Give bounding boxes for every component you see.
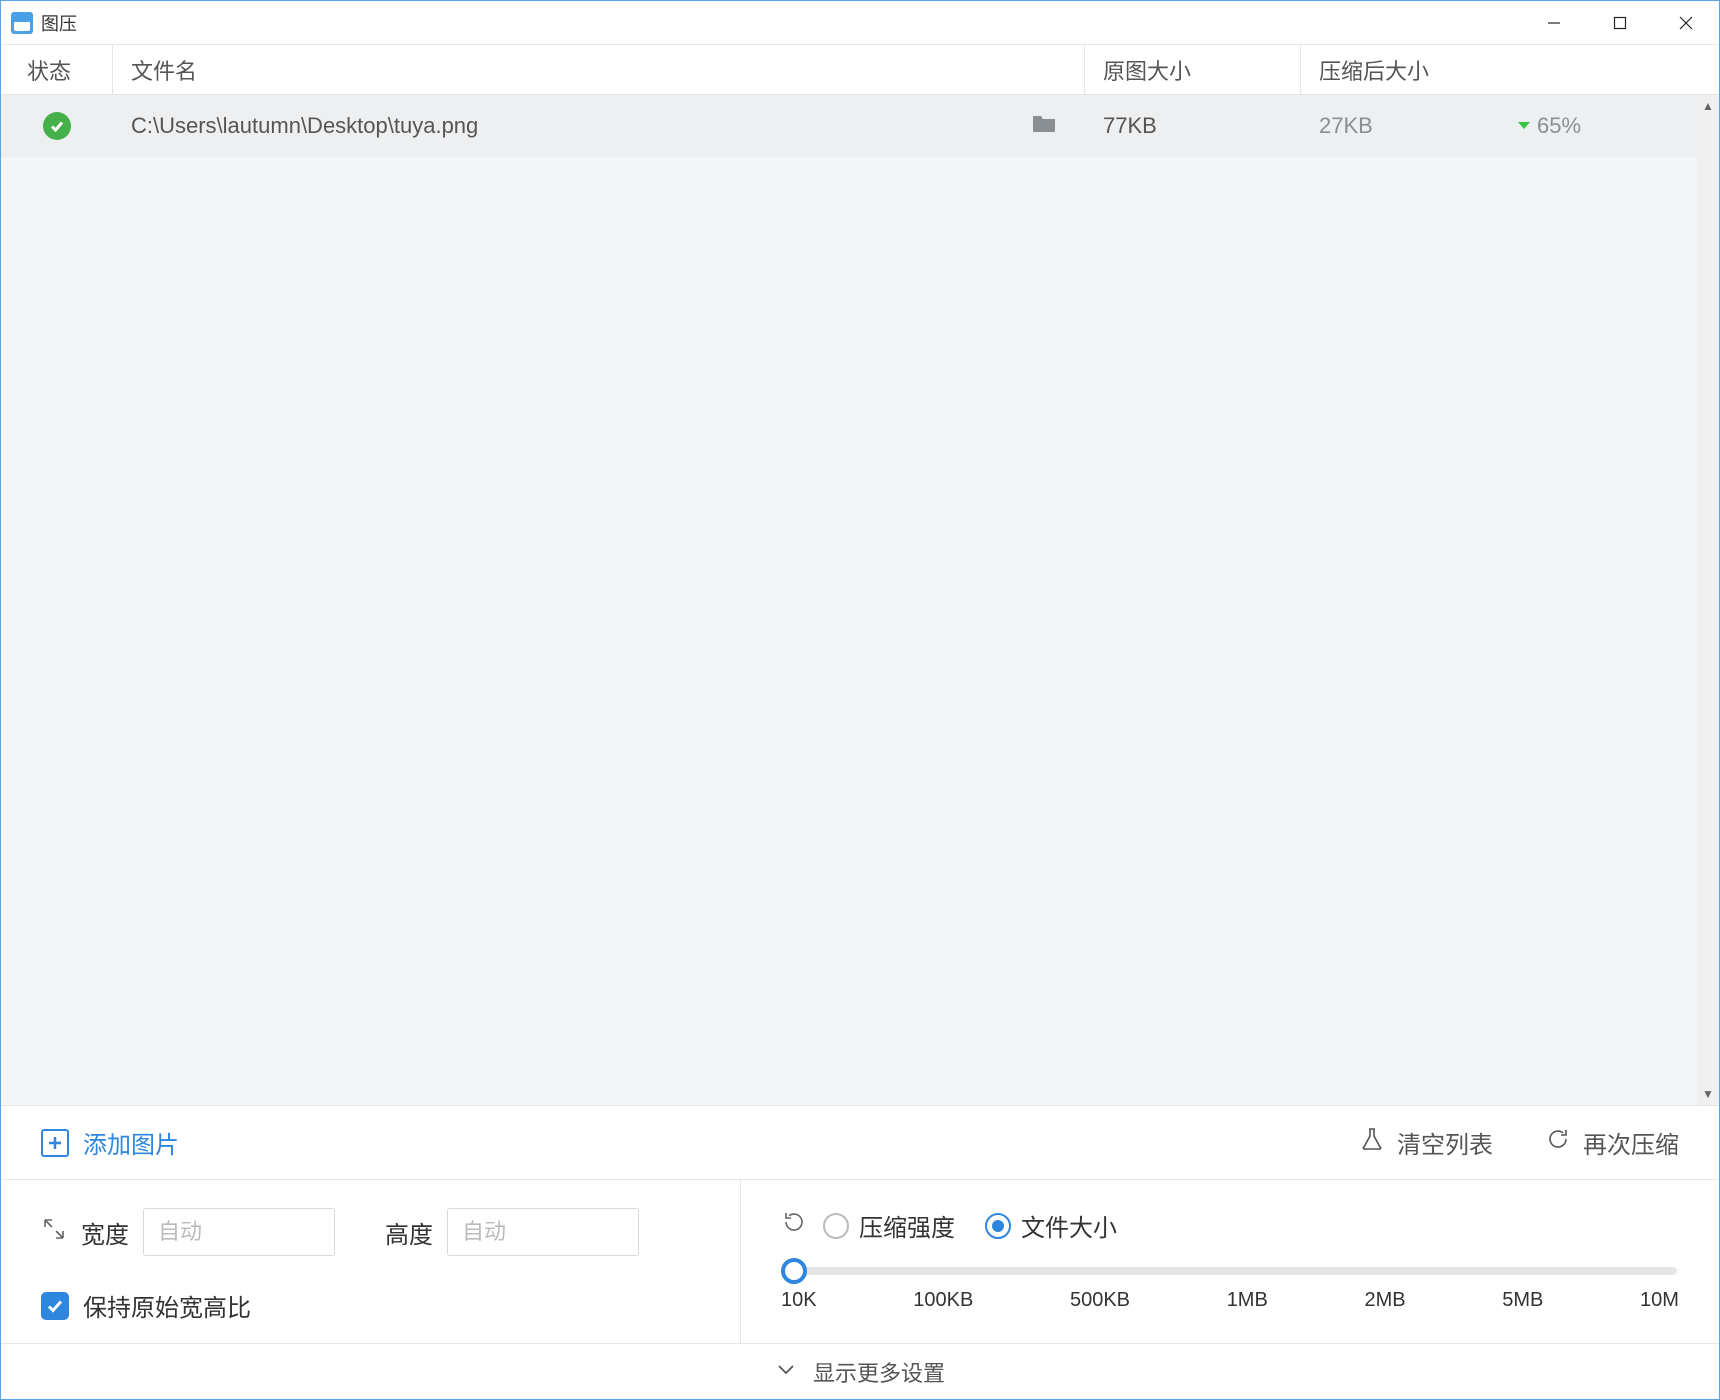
app-title: 图压 bbox=[41, 10, 77, 36]
column-status[interactable]: 状态 bbox=[1, 45, 113, 94]
keep-aspect-checkbox[interactable] bbox=[41, 1292, 69, 1320]
compression-ratio: 65% bbox=[1537, 113, 1581, 139]
titlebar: 图压 bbox=[1, 1, 1719, 45]
recompress-button[interactable]: 再次压缩 bbox=[1545, 1125, 1679, 1160]
show-more-settings-button[interactable]: 显示更多设置 bbox=[1, 1343, 1719, 1399]
mode-quality-option[interactable]: 压缩强度 bbox=[823, 1208, 955, 1243]
scroll-up-icon[interactable]: ▲ bbox=[1697, 95, 1719, 117]
open-folder-icon[interactable] bbox=[1031, 112, 1057, 140]
close-button[interactable] bbox=[1653, 1, 1719, 45]
more-settings-label: 显示更多设置 bbox=[813, 1356, 945, 1388]
expand-icon bbox=[41, 1216, 67, 1249]
action-toolbar: 添加图片 清空列表 再次压缩 bbox=[1, 1105, 1719, 1179]
settings-panel: 宽度 高度 保持原始宽高比 压缩强度 bbox=[1, 1179, 1719, 1343]
compression-settings: 压缩强度 文件大小 10K 100KB 500KB 1MB 2MB 5MB bbox=[741, 1180, 1719, 1343]
column-filename[interactable]: 文件名 bbox=[113, 45, 1085, 94]
radio-filesize[interactable] bbox=[985, 1213, 1011, 1239]
tick-label: 500KB bbox=[1070, 1289, 1130, 1312]
flask-icon bbox=[1359, 1126, 1385, 1159]
height-input[interactable] bbox=[447, 1208, 639, 1256]
tick-label: 10M bbox=[1640, 1289, 1679, 1312]
column-headers: 状态 文件名 原图大小 压缩后大小 bbox=[1, 45, 1719, 95]
file-path: C:\Users\lautumn\Desktop\tuya.png bbox=[131, 113, 478, 139]
mode-quality-label: 压缩强度 bbox=[859, 1208, 955, 1243]
height-label: 高度 bbox=[385, 1215, 433, 1250]
tick-label: 5MB bbox=[1502, 1289, 1543, 1312]
mode-filesize-option[interactable]: 文件大小 bbox=[985, 1208, 1117, 1243]
mode-filesize-label: 文件大小 bbox=[1021, 1208, 1117, 1243]
add-images-button[interactable]: 添加图片 bbox=[41, 1125, 179, 1160]
app-icon bbox=[11, 12, 33, 34]
decrease-arrow-icon bbox=[1515, 113, 1533, 139]
tick-label: 10K bbox=[781, 1289, 817, 1312]
file-list: C:\Users\lautumn\Desktop\tuya.png 77KB 2… bbox=[1, 95, 1719, 1105]
column-compressed-size[interactable]: 压缩后大小 bbox=[1301, 45, 1719, 94]
keep-aspect-label: 保持原始宽高比 bbox=[83, 1288, 251, 1323]
app-window: 图压 状态 文件名 原图大小 压缩后大小 C:\Users\lautumn\De… bbox=[0, 0, 1720, 1400]
width-label: 宽度 bbox=[81, 1215, 129, 1250]
recompress-label: 再次压缩 bbox=[1583, 1125, 1679, 1160]
tick-label: 1MB bbox=[1227, 1289, 1268, 1312]
chevron-down-icon bbox=[775, 1358, 797, 1386]
slider-ticks: 10K 100KB 500KB 1MB 2MB 5MB 10M bbox=[781, 1289, 1679, 1312]
compressed-size-value: 27KB bbox=[1301, 113, 1469, 139]
radio-quality[interactable] bbox=[823, 1213, 849, 1239]
original-size-value: 77KB bbox=[1085, 113, 1301, 139]
clear-list-button[interactable]: 清空列表 bbox=[1359, 1125, 1493, 1160]
width-input[interactable] bbox=[143, 1208, 335, 1256]
reset-icon[interactable] bbox=[781, 1209, 807, 1242]
plus-icon bbox=[41, 1129, 69, 1157]
file-row[interactable]: C:\Users\lautumn\Desktop\tuya.png 77KB 2… bbox=[1, 95, 1719, 157]
dimension-settings: 宽度 高度 保持原始宽高比 bbox=[1, 1180, 741, 1343]
maximize-button[interactable] bbox=[1587, 1, 1653, 45]
slider-thumb[interactable] bbox=[781, 1258, 807, 1284]
slider-track[interactable] bbox=[783, 1267, 1677, 1275]
tick-label: 2MB bbox=[1364, 1289, 1405, 1312]
scroll-down-icon[interactable]: ▼ bbox=[1697, 1083, 1719, 1105]
vertical-scrollbar[interactable]: ▲ ▼ bbox=[1697, 95, 1719, 1105]
add-images-label: 添加图片 bbox=[83, 1125, 179, 1160]
tick-label: 100KB bbox=[913, 1289, 973, 1312]
clear-list-label: 清空列表 bbox=[1397, 1125, 1493, 1160]
refresh-icon bbox=[1545, 1126, 1571, 1159]
column-original-size[interactable]: 原图大小 bbox=[1085, 45, 1301, 94]
status-ok-icon bbox=[43, 112, 71, 140]
minimize-button[interactable] bbox=[1521, 1, 1587, 45]
size-slider[interactable]: 10K 100KB 500KB 1MB 2MB 5MB 10M bbox=[781, 1267, 1679, 1312]
